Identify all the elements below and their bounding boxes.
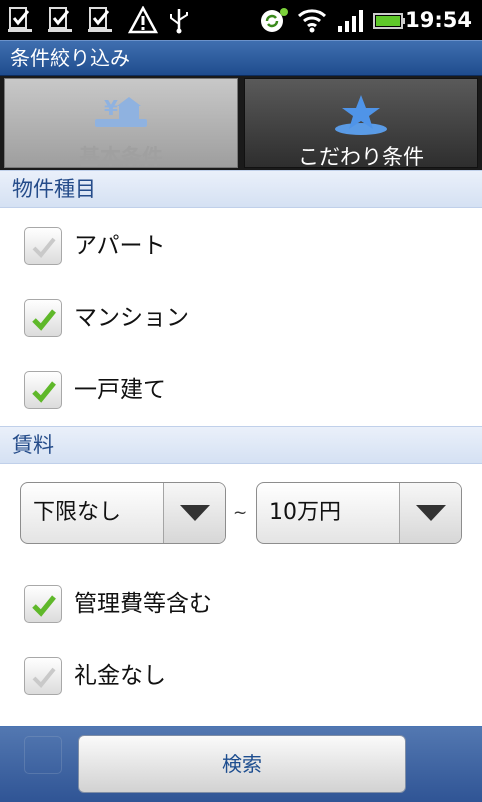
checkbox-house[interactable] bbox=[24, 371, 62, 409]
yen-house-icon: ¥ bbox=[95, 96, 147, 127]
warning-icon bbox=[128, 6, 158, 34]
notification-check-icon bbox=[8, 7, 32, 32]
dropdown-arrow-icon bbox=[180, 505, 210, 521]
status-time: 19:54 bbox=[405, 8, 472, 32]
range-separator: ~ bbox=[233, 503, 248, 523]
tab-bar: ¥ 基本条件 こだわり条件 bbox=[0, 76, 482, 170]
check-icon bbox=[32, 667, 56, 688]
checkbox-label: 一戸建て bbox=[74, 377, 166, 403]
search-button[interactable]: 検索 bbox=[78, 735, 406, 793]
obscured-checkbox bbox=[24, 736, 62, 774]
bottom-action-bar: 検索 bbox=[0, 726, 482, 802]
rent-min-dropdown-button[interactable] bbox=[163, 483, 225, 543]
check-icon bbox=[32, 595, 56, 617]
svg-text:¥: ¥ bbox=[104, 96, 118, 120]
rent-max-dropdown-button[interactable] bbox=[399, 483, 461, 543]
rent-option-include-fees[interactable]: 管理費等含む bbox=[0, 568, 482, 640]
checkbox-label: 礼金なし bbox=[74, 663, 166, 689]
page-title: 条件絞り込み bbox=[10, 46, 130, 70]
checkbox-label: マンション bbox=[74, 305, 189, 331]
rent-max-select[interactable]: 10万円 bbox=[256, 482, 462, 544]
checkbox-label: アパート bbox=[74, 233, 166, 259]
check-icon bbox=[32, 381, 56, 403]
property-type-apartment[interactable]: アパート bbox=[0, 210, 482, 282]
checkbox-no-key-money[interactable] bbox=[24, 657, 62, 695]
search-button-label: 検索 bbox=[222, 752, 262, 776]
wifi-icon bbox=[297, 9, 327, 33]
rent-option-no-key-money[interactable]: 礼金なし bbox=[0, 640, 482, 712]
usb-icon bbox=[170, 9, 188, 34]
status-bar: 19:54 bbox=[0, 0, 482, 40]
notification-check-icon bbox=[48, 7, 72, 32]
title-bar: 条件絞り込み bbox=[0, 40, 482, 76]
signal-icon bbox=[338, 10, 363, 32]
section-title: 賃料 bbox=[12, 433, 54, 457]
notification-check-icon bbox=[88, 7, 112, 32]
section-title: 物件種目 bbox=[12, 177, 96, 201]
star-icon bbox=[335, 95, 387, 135]
checkbox-label: 管理費等含む bbox=[74, 591, 212, 617]
checkbox-include-fees[interactable] bbox=[24, 585, 62, 623]
tab-basic-label: 基本条件 bbox=[79, 145, 163, 169]
sync-icon bbox=[261, 8, 288, 32]
tab-preferred-conditions[interactable]: こだわり条件 bbox=[244, 78, 478, 169]
check-icon bbox=[32, 309, 56, 331]
rent-min-value: 下限なし bbox=[33, 500, 122, 525]
tab-basic-conditions[interactable]: ¥ 基本条件 bbox=[4, 78, 238, 169]
rent-min-select[interactable]: 下限なし bbox=[20, 482, 226, 544]
tab-preferred-label: こだわり条件 bbox=[298, 145, 424, 169]
rent-max-value: 10万円 bbox=[269, 500, 341, 525]
checkbox-apartment[interactable] bbox=[24, 227, 62, 265]
property-type-mansion[interactable]: マンション bbox=[0, 282, 482, 354]
content-scroll-area[interactable]: 物件種目 アパート マンション 一戸建て 賃料 下限なし ~ 10万円 管理費等… bbox=[0, 170, 482, 802]
check-icon bbox=[32, 237, 56, 258]
checkbox-mansion[interactable] bbox=[24, 299, 62, 337]
battery-icon bbox=[373, 13, 405, 29]
section-header-rent: 賃料 bbox=[0, 426, 482, 464]
dropdown-arrow-icon bbox=[416, 505, 446, 521]
property-type-house[interactable]: 一戸建て bbox=[0, 354, 482, 426]
section-header-property-type: 物件種目 bbox=[0, 170, 482, 208]
